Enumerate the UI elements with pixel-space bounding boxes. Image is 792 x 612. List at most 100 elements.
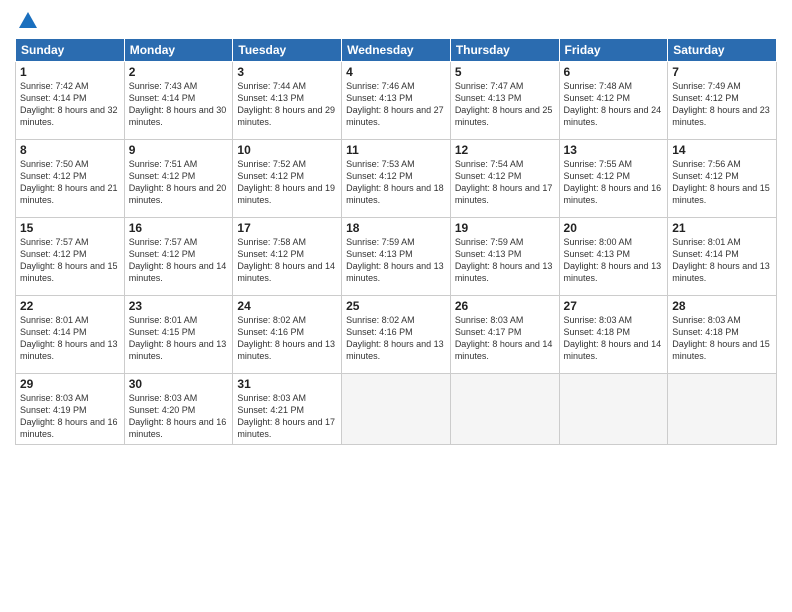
day-number: 9 bbox=[129, 143, 229, 157]
cell-info: Sunrise: 8:03 AMSunset: 4:19 PMDaylight:… bbox=[20, 392, 120, 441]
cell-info: Sunrise: 8:03 AMSunset: 4:18 PMDaylight:… bbox=[564, 314, 664, 363]
cell-info: Sunrise: 7:53 AMSunset: 4:12 PMDaylight:… bbox=[346, 158, 446, 207]
day-number: 31 bbox=[237, 377, 337, 391]
calendar-cell bbox=[450, 374, 559, 445]
cell-info: Sunrise: 7:59 AMSunset: 4:13 PMDaylight:… bbox=[346, 236, 446, 285]
col-header-friday: Friday bbox=[559, 39, 668, 62]
col-header-sunday: Sunday bbox=[16, 39, 125, 62]
logo-icon bbox=[17, 10, 39, 32]
calendar-cell: 19Sunrise: 7:59 AMSunset: 4:13 PMDayligh… bbox=[450, 218, 559, 296]
cell-info: Sunrise: 8:03 AMSunset: 4:17 PMDaylight:… bbox=[455, 314, 555, 363]
cell-info: Sunrise: 8:02 AMSunset: 4:16 PMDaylight:… bbox=[237, 314, 337, 363]
calendar-cell: 11Sunrise: 7:53 AMSunset: 4:12 PMDayligh… bbox=[342, 140, 451, 218]
day-number: 19 bbox=[455, 221, 555, 235]
cell-info: Sunrise: 7:47 AMSunset: 4:13 PMDaylight:… bbox=[455, 80, 555, 129]
calendar-cell: 3Sunrise: 7:44 AMSunset: 4:13 PMDaylight… bbox=[233, 62, 342, 140]
cell-info: Sunrise: 8:03 AMSunset: 4:21 PMDaylight:… bbox=[237, 392, 337, 441]
day-number: 28 bbox=[672, 299, 772, 313]
calendar-cell: 31Sunrise: 8:03 AMSunset: 4:21 PMDayligh… bbox=[233, 374, 342, 445]
calendar-week-3: 15Sunrise: 7:57 AMSunset: 4:12 PMDayligh… bbox=[16, 218, 777, 296]
cell-info: Sunrise: 7:59 AMSunset: 4:13 PMDaylight:… bbox=[455, 236, 555, 285]
calendar-cell: 9Sunrise: 7:51 AMSunset: 4:12 PMDaylight… bbox=[124, 140, 233, 218]
cell-info: Sunrise: 8:01 AMSunset: 4:14 PMDaylight:… bbox=[672, 236, 772, 285]
day-number: 24 bbox=[237, 299, 337, 313]
calendar-cell: 25Sunrise: 8:02 AMSunset: 4:16 PMDayligh… bbox=[342, 296, 451, 374]
day-number: 6 bbox=[564, 65, 664, 79]
cell-info: Sunrise: 7:52 AMSunset: 4:12 PMDaylight:… bbox=[237, 158, 337, 207]
cell-info: Sunrise: 8:03 AMSunset: 4:18 PMDaylight:… bbox=[672, 314, 772, 363]
calendar-cell: 20Sunrise: 8:00 AMSunset: 4:13 PMDayligh… bbox=[559, 218, 668, 296]
day-number: 25 bbox=[346, 299, 446, 313]
day-number: 12 bbox=[455, 143, 555, 157]
col-header-tuesday: Tuesday bbox=[233, 39, 342, 62]
day-number: 1 bbox=[20, 65, 120, 79]
day-number: 16 bbox=[129, 221, 229, 235]
cell-info: Sunrise: 7:58 AMSunset: 4:12 PMDaylight:… bbox=[237, 236, 337, 285]
day-number: 21 bbox=[672, 221, 772, 235]
day-number: 18 bbox=[346, 221, 446, 235]
cell-info: Sunrise: 7:51 AMSunset: 4:12 PMDaylight:… bbox=[129, 158, 229, 207]
calendar-cell: 2Sunrise: 7:43 AMSunset: 4:14 PMDaylight… bbox=[124, 62, 233, 140]
cell-info: Sunrise: 7:55 AMSunset: 4:12 PMDaylight:… bbox=[564, 158, 664, 207]
day-number: 26 bbox=[455, 299, 555, 313]
header bbox=[15, 10, 777, 32]
calendar-cell: 17Sunrise: 7:58 AMSunset: 4:12 PMDayligh… bbox=[233, 218, 342, 296]
cell-info: Sunrise: 8:01 AMSunset: 4:15 PMDaylight:… bbox=[129, 314, 229, 363]
calendar-cell bbox=[342, 374, 451, 445]
cell-info: Sunrise: 7:56 AMSunset: 4:12 PMDaylight:… bbox=[672, 158, 772, 207]
cell-info: Sunrise: 7:54 AMSunset: 4:12 PMDaylight:… bbox=[455, 158, 555, 207]
cell-info: Sunrise: 8:03 AMSunset: 4:20 PMDaylight:… bbox=[129, 392, 229, 441]
logo bbox=[15, 10, 39, 32]
day-number: 14 bbox=[672, 143, 772, 157]
cell-info: Sunrise: 7:44 AMSunset: 4:13 PMDaylight:… bbox=[237, 80, 337, 129]
calendar-header-row: SundayMondayTuesdayWednesdayThursdayFrid… bbox=[16, 39, 777, 62]
day-number: 29 bbox=[20, 377, 120, 391]
col-header-saturday: Saturday bbox=[668, 39, 777, 62]
day-number: 3 bbox=[237, 65, 337, 79]
cell-info: Sunrise: 7:57 AMSunset: 4:12 PMDaylight:… bbox=[20, 236, 120, 285]
day-number: 4 bbox=[346, 65, 446, 79]
calendar-cell: 5Sunrise: 7:47 AMSunset: 4:13 PMDaylight… bbox=[450, 62, 559, 140]
calendar-cell: 30Sunrise: 8:03 AMSunset: 4:20 PMDayligh… bbox=[124, 374, 233, 445]
day-number: 23 bbox=[129, 299, 229, 313]
day-number: 10 bbox=[237, 143, 337, 157]
calendar-week-1: 1Sunrise: 7:42 AMSunset: 4:14 PMDaylight… bbox=[16, 62, 777, 140]
col-header-thursday: Thursday bbox=[450, 39, 559, 62]
cell-info: Sunrise: 7:50 AMSunset: 4:12 PMDaylight:… bbox=[20, 158, 120, 207]
calendar-cell: 14Sunrise: 7:56 AMSunset: 4:12 PMDayligh… bbox=[668, 140, 777, 218]
cell-info: Sunrise: 7:49 AMSunset: 4:12 PMDaylight:… bbox=[672, 80, 772, 129]
day-number: 7 bbox=[672, 65, 772, 79]
calendar-cell: 4Sunrise: 7:46 AMSunset: 4:13 PMDaylight… bbox=[342, 62, 451, 140]
cell-info: Sunrise: 7:42 AMSunset: 4:14 PMDaylight:… bbox=[20, 80, 120, 129]
calendar-cell: 1Sunrise: 7:42 AMSunset: 4:14 PMDaylight… bbox=[16, 62, 125, 140]
calendar-cell: 24Sunrise: 8:02 AMSunset: 4:16 PMDayligh… bbox=[233, 296, 342, 374]
cell-info: Sunrise: 7:43 AMSunset: 4:14 PMDaylight:… bbox=[129, 80, 229, 129]
calendar-table: SundayMondayTuesdayWednesdayThursdayFrid… bbox=[15, 38, 777, 445]
day-number: 8 bbox=[20, 143, 120, 157]
col-header-wednesday: Wednesday bbox=[342, 39, 451, 62]
cell-info: Sunrise: 8:00 AMSunset: 4:13 PMDaylight:… bbox=[564, 236, 664, 285]
day-number: 30 bbox=[129, 377, 229, 391]
day-number: 22 bbox=[20, 299, 120, 313]
day-number: 11 bbox=[346, 143, 446, 157]
calendar-cell: 8Sunrise: 7:50 AMSunset: 4:12 PMDaylight… bbox=[16, 140, 125, 218]
day-number: 20 bbox=[564, 221, 664, 235]
day-number: 27 bbox=[564, 299, 664, 313]
calendar-cell: 18Sunrise: 7:59 AMSunset: 4:13 PMDayligh… bbox=[342, 218, 451, 296]
col-header-monday: Monday bbox=[124, 39, 233, 62]
page: SundayMondayTuesdayWednesdayThursdayFrid… bbox=[0, 0, 792, 612]
cell-info: Sunrise: 8:01 AMSunset: 4:14 PMDaylight:… bbox=[20, 314, 120, 363]
calendar-cell: 7Sunrise: 7:49 AMSunset: 4:12 PMDaylight… bbox=[668, 62, 777, 140]
calendar-cell: 22Sunrise: 8:01 AMSunset: 4:14 PMDayligh… bbox=[16, 296, 125, 374]
calendar-cell: 16Sunrise: 7:57 AMSunset: 4:12 PMDayligh… bbox=[124, 218, 233, 296]
calendar-cell: 29Sunrise: 8:03 AMSunset: 4:19 PMDayligh… bbox=[16, 374, 125, 445]
calendar-cell: 10Sunrise: 7:52 AMSunset: 4:12 PMDayligh… bbox=[233, 140, 342, 218]
day-number: 2 bbox=[129, 65, 229, 79]
calendar-cell: 23Sunrise: 8:01 AMSunset: 4:15 PMDayligh… bbox=[124, 296, 233, 374]
calendar-cell: 13Sunrise: 7:55 AMSunset: 4:12 PMDayligh… bbox=[559, 140, 668, 218]
calendar-cell: 27Sunrise: 8:03 AMSunset: 4:18 PMDayligh… bbox=[559, 296, 668, 374]
cell-info: Sunrise: 7:46 AMSunset: 4:13 PMDaylight:… bbox=[346, 80, 446, 129]
calendar-week-4: 22Sunrise: 8:01 AMSunset: 4:14 PMDayligh… bbox=[16, 296, 777, 374]
calendar-cell bbox=[668, 374, 777, 445]
calendar-body: 1Sunrise: 7:42 AMSunset: 4:14 PMDaylight… bbox=[16, 62, 777, 445]
